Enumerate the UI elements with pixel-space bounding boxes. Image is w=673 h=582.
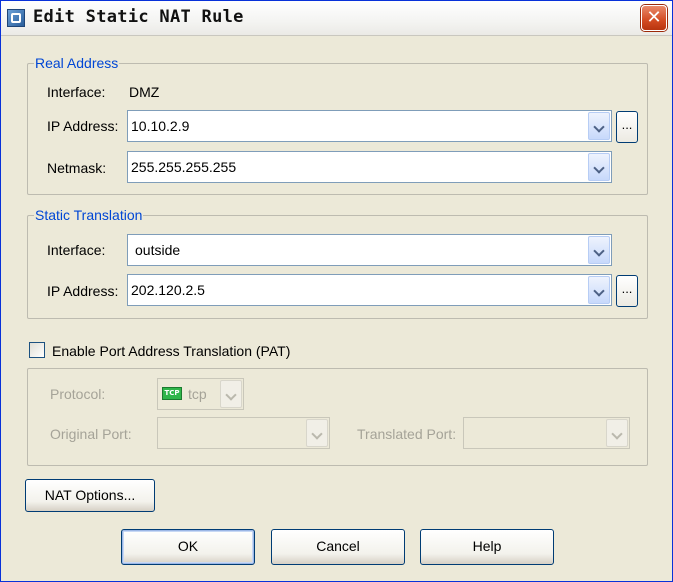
real-ip-value: 10.10.2.9 — [131, 118, 190, 134]
cancel-button[interactable]: Cancel — [271, 529, 405, 565]
translation-ip-combobox[interactable]: 202.120.2.5 — [127, 274, 612, 306]
real-ip-label: IP Address: — [47, 118, 119, 134]
protocol-value: tcp — [188, 386, 207, 402]
translation-ip-value: 202.120.2.5 — [131, 282, 205, 298]
dialog-window: Edit Static NAT Rule ✕ Real Address Inte… — [0, 0, 673, 582]
original-port-combobox[interactable] — [157, 417, 330, 449]
translated-port-combobox[interactable] — [463, 417, 630, 449]
real-interface-value: DMZ — [129, 84, 160, 100]
real-address-legend: Real Address — [35, 55, 119, 71]
close-button[interactable]: ✕ — [641, 5, 667, 31]
window-title: Edit Static NAT Rule — [33, 7, 244, 27]
chevron-down-icon[interactable] — [588, 112, 610, 140]
netmask-value: 255.255.255.255 — [131, 159, 237, 175]
translation-ip-browse-button[interactable]: ... — [616, 275, 638, 307]
translated-port-label: Translated Port: — [357, 426, 457, 442]
chevron-down-icon[interactable] — [606, 419, 628, 447]
static-translation-legend: Static Translation — [35, 207, 143, 223]
netmask-combobox[interactable]: 255.255.255.255 — [127, 151, 612, 183]
translation-interface-combobox[interactable]: outside — [127, 234, 612, 266]
title-bar[interactable]: Edit Static NAT Rule ✕ — [1, 1, 672, 36]
original-port-label: Original Port: — [50, 426, 132, 442]
translation-interface-label: Interface: — [47, 242, 106, 258]
translation-interface-value: outside — [135, 242, 181, 258]
help-button[interactable]: Help — [420, 529, 554, 565]
nat-options-button[interactable]: NAT Options... — [25, 479, 155, 512]
close-icon: ✕ — [646, 7, 662, 27]
enable-pat-checkbox[interactable] — [29, 342, 45, 358]
translation-ip-label: IP Address: — [47, 283, 119, 299]
chevron-down-icon[interactable] — [220, 380, 242, 408]
chevron-down-icon[interactable] — [588, 153, 610, 181]
netmask-label: Netmask: — [47, 160, 107, 176]
enable-pat-label[interactable]: Enable Port Address Translation (PAT) — [52, 343, 290, 359]
real-ip-combobox[interactable]: 10.10.2.9 — [127, 110, 612, 142]
protocol-combobox[interactable]: TCP tcp — [157, 378, 244, 410]
ok-button[interactable]: OK — [121, 529, 255, 565]
chevron-down-icon[interactable] — [588, 276, 610, 304]
chevron-down-icon[interactable] — [306, 419, 328, 447]
app-icon — [7, 9, 25, 27]
protocol-label: Protocol: — [50, 386, 106, 402]
real-interface-label: Interface: — [47, 84, 106, 100]
chevron-down-icon[interactable] — [588, 236, 610, 264]
tcp-icon: TCP — [162, 387, 182, 400]
real-ip-browse-button[interactable]: ... — [616, 111, 638, 143]
